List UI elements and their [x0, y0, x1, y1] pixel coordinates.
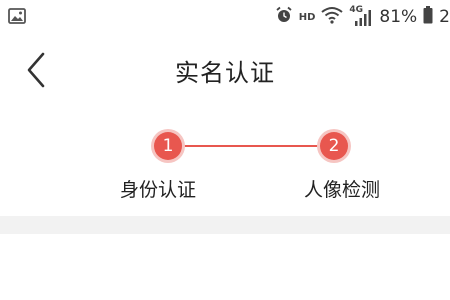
step-1-badge: 1: [154, 132, 182, 160]
image-icon: [8, 8, 26, 28]
step-2-badge: 2: [320, 132, 348, 160]
nav-bar: 实名认证: [0, 40, 450, 100]
wifi-icon: [321, 6, 343, 28]
hd-indicator: HD: [298, 11, 316, 23]
status-time: 2: [439, 7, 450, 27]
battery-icon: [423, 6, 433, 28]
section-divider: [0, 216, 450, 234]
signal-icon: [355, 10, 372, 26]
page-title: 实名认证: [175, 59, 275, 87]
step-2-label: 人像检测: [303, 179, 380, 201]
battery-percent: 81%: [379, 7, 418, 27]
alarm-icon: [275, 6, 293, 28]
step-connector-line: [168, 145, 334, 147]
network-signal: 4G: [349, 5, 373, 27]
step-1-label: 身份认证: [119, 179, 196, 201]
status-bar: HD 4G 81% 2: [0, 0, 450, 34]
step-indicator: 1 2 身份认证 人像检测: [0, 128, 450, 208]
